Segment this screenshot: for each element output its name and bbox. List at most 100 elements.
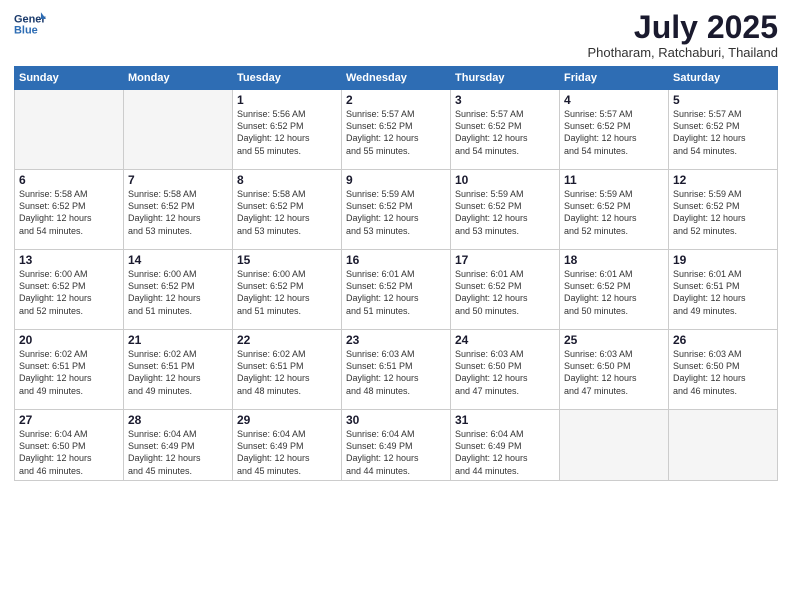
day-number: 16: [346, 253, 446, 267]
day-number: 3: [455, 93, 555, 107]
table-row: 18Sunrise: 6:01 AM Sunset: 6:52 PM Dayli…: [560, 250, 669, 330]
day-number: 12: [673, 173, 773, 187]
col-sunday: Sunday: [15, 67, 124, 90]
day-info: Sunrise: 5:58 AM Sunset: 6:52 PM Dayligh…: [19, 188, 119, 237]
day-info: Sunrise: 6:04 AM Sunset: 6:49 PM Dayligh…: [346, 428, 446, 477]
day-info: Sunrise: 5:59 AM Sunset: 6:52 PM Dayligh…: [673, 188, 773, 237]
day-info: Sunrise: 5:59 AM Sunset: 6:52 PM Dayligh…: [455, 188, 555, 237]
table-row: 29Sunrise: 6:04 AM Sunset: 6:49 PM Dayli…: [233, 410, 342, 481]
day-info: Sunrise: 5:57 AM Sunset: 6:52 PM Dayligh…: [564, 108, 664, 157]
table-row: 20Sunrise: 6:02 AM Sunset: 6:51 PM Dayli…: [15, 330, 124, 410]
table-row: 13Sunrise: 6:00 AM Sunset: 6:52 PM Dayli…: [15, 250, 124, 330]
day-info: Sunrise: 5:56 AM Sunset: 6:52 PM Dayligh…: [237, 108, 337, 157]
table-row: 21Sunrise: 6:02 AM Sunset: 6:51 PM Dayli…: [124, 330, 233, 410]
day-info: Sunrise: 6:02 AM Sunset: 6:51 PM Dayligh…: [128, 348, 228, 397]
day-number: 15: [237, 253, 337, 267]
table-row: 15Sunrise: 6:00 AM Sunset: 6:52 PM Dayli…: [233, 250, 342, 330]
table-row: [15, 90, 124, 170]
day-info: Sunrise: 6:02 AM Sunset: 6:51 PM Dayligh…: [237, 348, 337, 397]
table-row: 19Sunrise: 6:01 AM Sunset: 6:51 PM Dayli…: [669, 250, 778, 330]
day-info: Sunrise: 6:03 AM Sunset: 6:50 PM Dayligh…: [564, 348, 664, 397]
table-row: [124, 90, 233, 170]
day-info: Sunrise: 5:58 AM Sunset: 6:52 PM Dayligh…: [128, 188, 228, 237]
location-subtitle: Photharam, Ratchaburi, Thailand: [587, 45, 778, 60]
calendar-table: Sunday Monday Tuesday Wednesday Thursday…: [14, 66, 778, 481]
day-number: 4: [564, 93, 664, 107]
day-number: 5: [673, 93, 773, 107]
day-number: 30: [346, 413, 446, 427]
calendar-header-row: Sunday Monday Tuesday Wednesday Thursday…: [15, 67, 778, 90]
day-number: 7: [128, 173, 228, 187]
day-info: Sunrise: 6:04 AM Sunset: 6:49 PM Dayligh…: [455, 428, 555, 477]
day-number: 8: [237, 173, 337, 187]
col-friday: Friday: [560, 67, 669, 90]
day-number: 28: [128, 413, 228, 427]
month-title: July 2025: [587, 10, 778, 45]
day-number: 26: [673, 333, 773, 347]
table-row: 6Sunrise: 5:58 AM Sunset: 6:52 PM Daylig…: [15, 170, 124, 250]
col-saturday: Saturday: [669, 67, 778, 90]
day-number: 2: [346, 93, 446, 107]
day-info: Sunrise: 6:00 AM Sunset: 6:52 PM Dayligh…: [19, 268, 119, 317]
table-row: 22Sunrise: 6:02 AM Sunset: 6:51 PM Dayli…: [233, 330, 342, 410]
day-number: 1: [237, 93, 337, 107]
table-row: 2Sunrise: 5:57 AM Sunset: 6:52 PM Daylig…: [342, 90, 451, 170]
day-info: Sunrise: 5:58 AM Sunset: 6:52 PM Dayligh…: [237, 188, 337, 237]
day-number: 18: [564, 253, 664, 267]
table-row: 4Sunrise: 5:57 AM Sunset: 6:52 PM Daylig…: [560, 90, 669, 170]
table-row: 26Sunrise: 6:03 AM Sunset: 6:50 PM Dayli…: [669, 330, 778, 410]
table-row: 17Sunrise: 6:01 AM Sunset: 6:52 PM Dayli…: [451, 250, 560, 330]
day-info: Sunrise: 5:59 AM Sunset: 6:52 PM Dayligh…: [564, 188, 664, 237]
day-number: 14: [128, 253, 228, 267]
day-number: 17: [455, 253, 555, 267]
table-row: 7Sunrise: 5:58 AM Sunset: 6:52 PM Daylig…: [124, 170, 233, 250]
page: General Blue July 2025 Photharam, Ratcha…: [0, 0, 792, 612]
logo-icon: General Blue: [14, 10, 46, 38]
day-number: 13: [19, 253, 119, 267]
table-row: 27Sunrise: 6:04 AM Sunset: 6:50 PM Dayli…: [15, 410, 124, 481]
day-info: Sunrise: 6:03 AM Sunset: 6:50 PM Dayligh…: [455, 348, 555, 397]
table-row: 16Sunrise: 6:01 AM Sunset: 6:52 PM Dayli…: [342, 250, 451, 330]
table-row: 24Sunrise: 6:03 AM Sunset: 6:50 PM Dayli…: [451, 330, 560, 410]
table-row: 23Sunrise: 6:03 AM Sunset: 6:51 PM Dayli…: [342, 330, 451, 410]
table-row: [560, 410, 669, 481]
day-info: Sunrise: 6:04 AM Sunset: 6:49 PM Dayligh…: [128, 428, 228, 477]
table-row: 9Sunrise: 5:59 AM Sunset: 6:52 PM Daylig…: [342, 170, 451, 250]
table-row: 31Sunrise: 6:04 AM Sunset: 6:49 PM Dayli…: [451, 410, 560, 481]
day-info: Sunrise: 5:57 AM Sunset: 6:52 PM Dayligh…: [346, 108, 446, 157]
table-row: [669, 410, 778, 481]
day-number: 29: [237, 413, 337, 427]
day-info: Sunrise: 6:03 AM Sunset: 6:51 PM Dayligh…: [346, 348, 446, 397]
day-info: Sunrise: 5:57 AM Sunset: 6:52 PM Dayligh…: [455, 108, 555, 157]
col-thursday: Thursday: [451, 67, 560, 90]
col-monday: Monday: [124, 67, 233, 90]
day-number: 9: [346, 173, 446, 187]
day-info: Sunrise: 6:01 AM Sunset: 6:52 PM Dayligh…: [564, 268, 664, 317]
title-block: July 2025 Photharam, Ratchaburi, Thailan…: [587, 10, 778, 60]
day-info: Sunrise: 5:57 AM Sunset: 6:52 PM Dayligh…: [673, 108, 773, 157]
logo: General Blue: [14, 10, 46, 38]
day-number: 20: [19, 333, 119, 347]
day-number: 21: [128, 333, 228, 347]
day-number: 27: [19, 413, 119, 427]
table-row: 11Sunrise: 5:59 AM Sunset: 6:52 PM Dayli…: [560, 170, 669, 250]
day-number: 19: [673, 253, 773, 267]
day-info: Sunrise: 6:01 AM Sunset: 6:51 PM Dayligh…: [673, 268, 773, 317]
col-wednesday: Wednesday: [342, 67, 451, 90]
table-row: 14Sunrise: 6:00 AM Sunset: 6:52 PM Dayli…: [124, 250, 233, 330]
day-info: Sunrise: 5:59 AM Sunset: 6:52 PM Dayligh…: [346, 188, 446, 237]
day-number: 22: [237, 333, 337, 347]
day-info: Sunrise: 6:00 AM Sunset: 6:52 PM Dayligh…: [128, 268, 228, 317]
table-row: 28Sunrise: 6:04 AM Sunset: 6:49 PM Dayli…: [124, 410, 233, 481]
table-row: 8Sunrise: 5:58 AM Sunset: 6:52 PM Daylig…: [233, 170, 342, 250]
header: General Blue July 2025 Photharam, Ratcha…: [14, 10, 778, 60]
table-row: 5Sunrise: 5:57 AM Sunset: 6:52 PM Daylig…: [669, 90, 778, 170]
day-info: Sunrise: 6:00 AM Sunset: 6:52 PM Dayligh…: [237, 268, 337, 317]
table-row: 1Sunrise: 5:56 AM Sunset: 6:52 PM Daylig…: [233, 90, 342, 170]
table-row: 12Sunrise: 5:59 AM Sunset: 6:52 PM Dayli…: [669, 170, 778, 250]
day-number: 6: [19, 173, 119, 187]
day-info: Sunrise: 6:01 AM Sunset: 6:52 PM Dayligh…: [346, 268, 446, 317]
svg-text:Blue: Blue: [14, 24, 38, 36]
day-number: 23: [346, 333, 446, 347]
day-info: Sunrise: 6:03 AM Sunset: 6:50 PM Dayligh…: [673, 348, 773, 397]
